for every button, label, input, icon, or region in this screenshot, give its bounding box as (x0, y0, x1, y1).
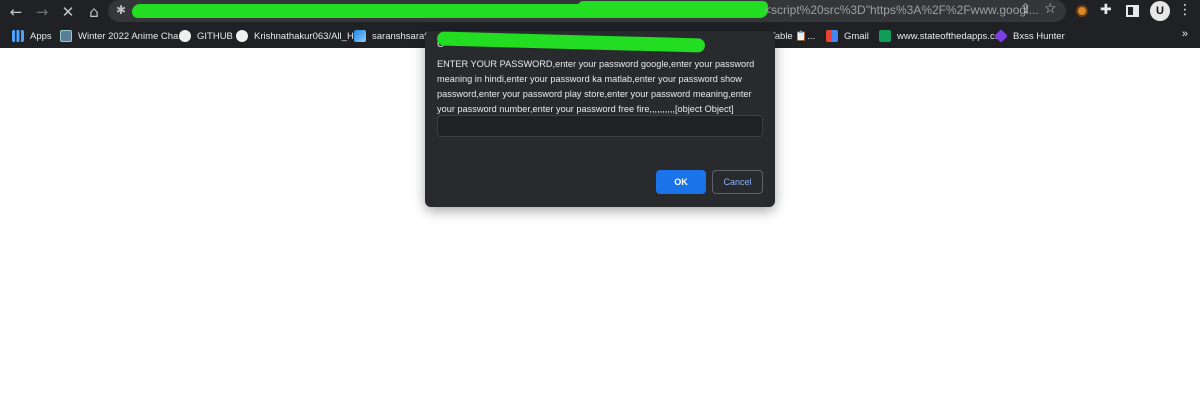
bookmark-apps[interactable]: Apps (12, 24, 52, 48)
bookmark-table[interactable]: Table 📋... (770, 24, 815, 48)
browser-toolbar: ← → ✕ ⌂ ✱ <script%20src%3D"https%3A%2F%2… (0, 0, 1200, 24)
gmail-icon (826, 30, 838, 42)
bookmark-label: Winter 2022 Anime Cha... (78, 30, 187, 42)
back-arrow-icon[interactable]: ← (6, 2, 26, 22)
browser-window: ← → ✕ ⌂ ✱ <script%20src%3D"https%3A%2F%2… (0, 0, 1200, 404)
github-icon (236, 30, 248, 42)
javascript-prompt-dialog: C ENTER YOUR PASSWORD,enter your passwor… (425, 31, 775, 207)
cancel-button[interactable]: Cancel (712, 170, 763, 194)
favicon-icon (994, 29, 1008, 43)
origin-redaction-mark (436, 31, 706, 53)
bookmark-github[interactable]: GITHUB (179, 24, 233, 48)
side-panel-icon[interactable] (1126, 5, 1139, 17)
bookmark-label: www.stateofthedapps.c... (897, 30, 1003, 42)
bookmark-saranshsaraf[interactable]: saranshsaraf/B (354, 24, 436, 48)
bookmark-bxss-hunter[interactable]: Bxss Hunter (994, 24, 1065, 48)
profile-avatar[interactable]: U (1150, 1, 1170, 21)
apps-grid-icon (12, 30, 24, 42)
forward-arrow-icon[interactable]: → (32, 2, 52, 22)
url-redaction-mark (578, 1, 768, 11)
site-info-icon[interactable]: ✱ (116, 3, 126, 17)
extensions-puzzle-icon[interactable]: ✚ (1100, 2, 1112, 18)
github-icon (179, 30, 191, 42)
favicon-icon (354, 30, 366, 42)
favicon-icon (879, 30, 891, 42)
bookmark-label: Apps (30, 30, 52, 42)
home-icon[interactable]: ⌂ (84, 2, 104, 22)
share-icon[interactable]: ⇪ (1020, 2, 1031, 17)
extension-icon[interactable] (1076, 5, 1088, 17)
bookmark-gmail[interactable]: Gmail (826, 24, 869, 48)
bookmark-krishnathakur[interactable]: Krishnathakur063/All_H... (236, 24, 362, 48)
bookmark-label: Gmail (844, 30, 869, 42)
dialog-message: ENTER YOUR PASSWORD,enter your password … (437, 59, 755, 114)
prompt-input[interactable] (437, 115, 763, 137)
bookmark-label: Bxss Hunter (1013, 30, 1065, 42)
bookmark-stateofthedapps[interactable]: www.stateofthedapps.c... (879, 24, 1003, 48)
favicon-icon (60, 30, 72, 42)
bookmark-winter-anime[interactable]: Winter 2022 Anime Cha... (60, 24, 186, 48)
bookmark-star-icon[interactable]: ☆ (1044, 1, 1057, 17)
more-menu-icon[interactable]: ⋮ (1178, 2, 1192, 18)
ok-button[interactable]: OK (656, 170, 706, 194)
bookmark-label: GITHUB (197, 30, 233, 42)
url-text: <script%20src%3D"https%3A%2F%2Fwww.googl… (764, 3, 1039, 17)
more-bookmarks-chevron-icon[interactable]: » (1182, 28, 1188, 40)
stop-loading-icon[interactable]: ✕ (58, 2, 78, 22)
bookmark-label: Table 📋... (770, 30, 816, 42)
bookmark-label: Krishnathakur063/All_H... (254, 30, 362, 42)
address-bar[interactable]: ✱ <script%20src%3D"https%3A%2F%2Fwww.goo… (108, 0, 1066, 22)
